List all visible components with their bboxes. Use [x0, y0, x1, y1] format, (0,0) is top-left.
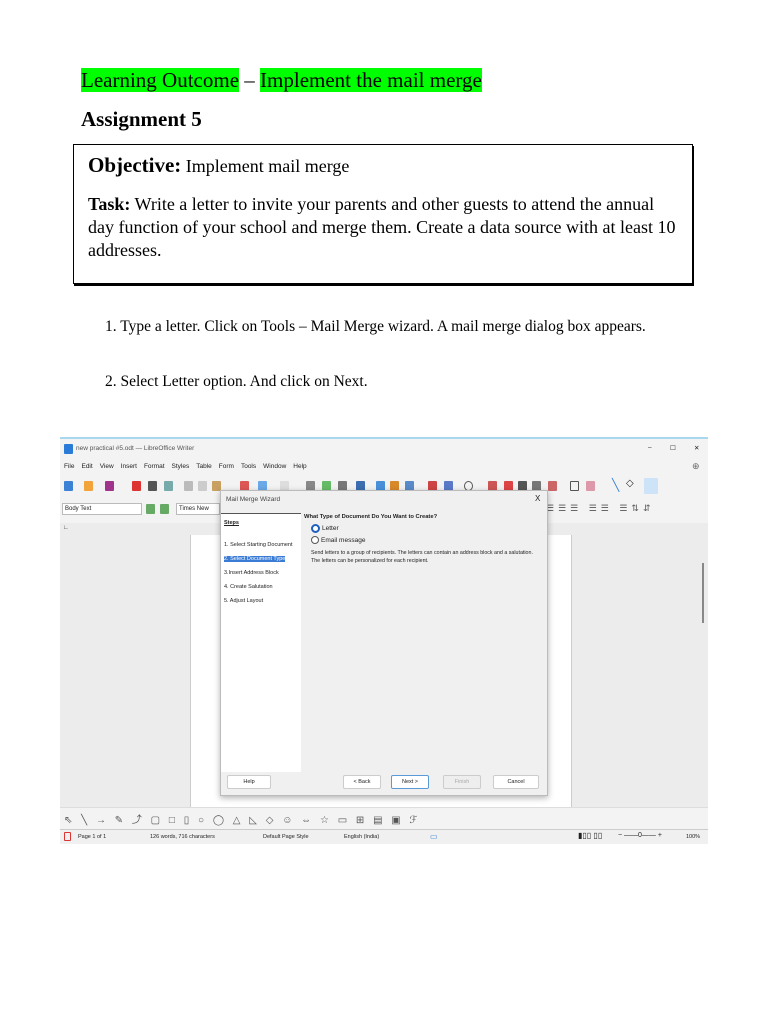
dialog-close-button[interactable]: X [535, 494, 540, 503]
print-icon[interactable] [148, 481, 157, 491]
letter-label: Letter [322, 525, 339, 532]
tab-stop-icon: ∟ [63, 525, 69, 531]
zoom-slider[interactable]: − ——0—— + [618, 832, 662, 839]
title-bar: new practical #5.odt — LibreOffice Write… [60, 441, 708, 457]
new-style-icon[interactable] [160, 504, 169, 514]
step-select-document-type[interactable]: 2. Select Document Type [224, 556, 286, 562]
menu-file[interactable]: File [64, 463, 74, 470]
selection-mode-icon[interactable]: ▭ [430, 832, 438, 841]
dialog-title: Mail Merge Wizard [226, 496, 281, 503]
minimize-button[interactable]: – [648, 444, 652, 451]
task-line: Task: Write a letter to invite your pare… [88, 194, 676, 260]
radio-selected-icon[interactable] [311, 524, 320, 533]
track-changes-icon[interactable] [586, 481, 595, 491]
cut-icon[interactable] [184, 481, 193, 491]
cancel-button[interactable]: Cancel [493, 775, 539, 789]
language[interactable]: English (India) [344, 834, 379, 840]
menu-form[interactable]: Form [219, 463, 234, 470]
back-button[interactable]: < Back [343, 775, 381, 789]
export-pdf-icon[interactable] [132, 481, 141, 491]
menu-styles[interactable]: Styles [172, 463, 190, 470]
next-button[interactable]: Next > [391, 775, 429, 789]
drawing-toolbar: ⇖ ╲ → ✎ ⤴ ▢ □ ▯ ○ ◯ △ ◺ ◇ ☺ ⇔ ☆ ▭ ⊞ ▤ ▣ … [60, 807, 708, 828]
view-layout-icons[interactable]: ▮▯▯ ▯▯ [578, 831, 602, 840]
document-type-description: Send letters to a group of recipients. T… [311, 550, 533, 564]
steps-panel: Steps 1. Select Starting Document 2. Sel… [221, 513, 301, 772]
writer-app-icon [64, 444, 73, 454]
word-count[interactable]: 126 words, 716 characters [150, 834, 215, 840]
objective-line: Objective: Implement mail merge [88, 153, 350, 177]
radio-unselected-icon[interactable] [311, 536, 319, 544]
step-create-salutation[interactable]: 4. Create Salutation [224, 584, 273, 590]
shape-icon[interactable]: ◇ [626, 478, 634, 489]
step-1: 1. Type a letter. Click on Tools – Mail … [105, 318, 646, 335]
help-button[interactable]: Help [227, 775, 271, 789]
list-and-spacing-icons[interactable]: ☰☰☰ ☰☰ ☰⇅⇵ [546, 503, 655, 514]
close-window-button[interactable]: ✕ [694, 444, 699, 452]
step-adjust-layout[interactable]: 5. Adjust Layout [224, 598, 263, 604]
menu-help[interactable]: Help [293, 463, 306, 470]
letter-radio[interactable]: Letter [311, 524, 339, 533]
menu-tools[interactable]: Tools [241, 463, 256, 470]
step-insert-address-block[interactable]: 3.Insert Address Block [224, 570, 279, 576]
font-name-select[interactable]: Times New Roman [176, 503, 220, 515]
document-type-question: What Type of Document Do You Want to Cre… [304, 514, 438, 520]
window-title: new practical #5.odt — LibreOffice Write… [76, 445, 195, 452]
finish-button[interactable]: Finish [443, 775, 481, 789]
step-select-starting-document[interactable]: 1. Select Starting Document [224, 542, 292, 548]
line-icon[interactable]: ╲ [612, 478, 619, 492]
mail-merge-wizard-dialog: Mail Merge Wizard X Steps 1. Select Star… [220, 490, 548, 796]
menu-table[interactable]: Table [196, 463, 212, 470]
menu-bar: File Edit View Insert Format Styles Tabl… [60, 459, 307, 473]
step-2: 2. Select Letter option. And click on Ne… [105, 373, 368, 390]
menu-view[interactable]: View [100, 463, 114, 470]
objective-box: Objective: Implement mail merge Task: Wr… [73, 144, 693, 284]
page-style[interactable]: Default Page Style [263, 834, 309, 840]
new-document-icon[interactable] [64, 481, 73, 491]
copy-icon[interactable] [198, 481, 207, 491]
paragraph-style-select[interactable]: Body Text [62, 503, 142, 515]
vertical-scrollbar[interactable] [702, 563, 704, 623]
page-count[interactable]: Page 1 of 1 [78, 834, 106, 840]
maximize-button[interactable]: ☐ [670, 444, 676, 452]
libreoffice-screenshot: new practical #5.odt — LibreOffice Write… [60, 437, 708, 844]
email-message-radio[interactable]: Email message [311, 536, 365, 544]
globe-icon[interactable]: ⊕ [692, 461, 700, 472]
menu-window[interactable]: Window [263, 463, 286, 470]
save-icon[interactable] [105, 481, 114, 491]
draw-functions-icon[interactable] [644, 478, 658, 494]
document-modified-icon [64, 832, 71, 841]
zoom-level[interactable]: 100% [686, 834, 700, 840]
menu-insert[interactable]: Insert [121, 463, 137, 470]
assignment-title: Assignment 5 [81, 107, 202, 131]
open-folder-icon[interactable] [84, 481, 93, 491]
print-preview-icon[interactable] [164, 481, 173, 491]
drawing-shape-icons[interactable]: ⇖ ╲ → ✎ ⤴ ▢ □ ▯ ○ ◯ △ ◺ ◇ ☺ ⇔ ☆ ▭ ⊞ ▤ ▣ … [64, 811, 420, 826]
menu-edit[interactable]: Edit [81, 463, 92, 470]
comment-icon[interactable] [570, 481, 579, 491]
menu-format[interactable]: Format [144, 463, 165, 470]
update-style-icon[interactable] [146, 504, 155, 514]
status-bar: Page 1 of 1 126 words, 716 characters De… [60, 829, 708, 844]
document-page: Learning Outcome – Implement the mail me… [0, 0, 768, 1024]
email-message-label: Email message [321, 536, 366, 544]
cross-reference-icon[interactable] [548, 481, 557, 491]
steps-heading: Steps [224, 520, 239, 526]
learning-outcome-heading: Learning Outcome – Implement the mail me… [81, 68, 482, 92]
